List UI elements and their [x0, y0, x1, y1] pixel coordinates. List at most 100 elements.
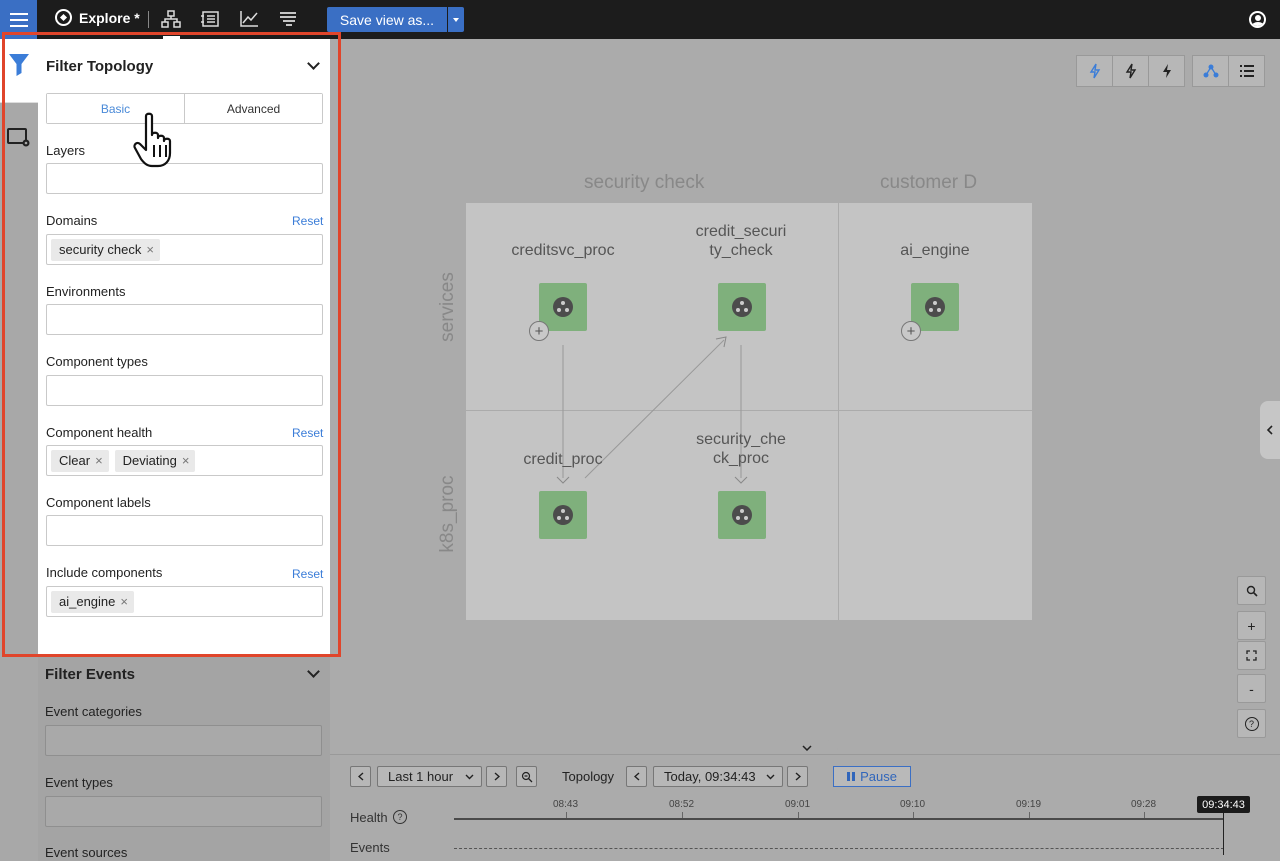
view-settings-icon[interactable]: [7, 127, 31, 149]
chevron-right-icon: [795, 772, 801, 781]
help-icon[interactable]: ?: [393, 810, 407, 824]
events-track[interactable]: [454, 848, 1224, 849]
component-health-reset-link[interactable]: Reset: [292, 426, 323, 440]
event-categories-label: Event categories: [45, 704, 142, 719]
menu-button[interactable]: [0, 0, 37, 39]
layers-label: Layers: [46, 143, 86, 158]
chevron-left-icon: [357, 772, 363, 781]
environments-field[interactable]: [46, 304, 323, 335]
remove-chip-icon[interactable]: ×: [146, 242, 154, 257]
list-view-icon[interactable]: [1228, 55, 1265, 87]
help-button[interactable]: ?: [1237, 709, 1266, 738]
tick-label: 09:01: [785, 799, 811, 810]
chevron-left-icon: [1266, 425, 1273, 435]
component-labels-label: Component labels: [46, 495, 151, 510]
process-icon: [732, 297, 752, 317]
node-credit-security-check[interactable]: [718, 283, 766, 331]
topology-time-dropdown[interactable]: Today, 09:34:43: [653, 766, 783, 787]
save-view-button[interactable]: Save view as...: [327, 7, 447, 32]
zoom-out-time-button[interactable]: [516, 766, 537, 787]
details-panel-toggle[interactable]: [1260, 401, 1280, 459]
layers-field[interactable]: [46, 163, 323, 194]
filter-mode-toggle: Basic Advanced: [46, 93, 323, 124]
events-icon[interactable]: [278, 10, 298, 28]
process-icon: [553, 297, 573, 317]
fit-to-screen-button[interactable]: [1237, 641, 1266, 670]
expand-plus-icon[interactable]: +: [901, 321, 921, 341]
components-icon[interactable]: [200, 10, 220, 28]
process-icon: [925, 297, 945, 317]
remove-chip-icon[interactable]: ×: [120, 594, 128, 609]
metrics-icon[interactable]: [239, 10, 259, 28]
node-credit-proc[interactable]: [539, 491, 587, 539]
filter-topology-title: Filter Topology: [46, 58, 154, 75]
search-button[interactable]: [1237, 576, 1266, 605]
toolbar-divider: [148, 11, 149, 28]
current-time-marker[interactable]: [1223, 810, 1224, 855]
domains-field[interactable]: security check ×: [46, 234, 323, 265]
remove-chip-icon[interactable]: ×: [182, 453, 190, 468]
grid-divider: [466, 410, 1032, 411]
timeline-collapse-toggle[interactable]: [776, 740, 838, 755]
explore-tab[interactable]: Explore *: [55, 9, 140, 26]
zoom-out-icon: [521, 771, 532, 782]
filter-events-title: Filter Events: [45, 666, 136, 683]
tab-advanced[interactable]: Advanced: [185, 94, 322, 123]
next-range-button[interactable]: [486, 766, 507, 787]
node-label-credit-proc: credit_proc: [523, 451, 603, 468]
filter-icon[interactable]: [9, 54, 29, 76]
prev-time-button[interactable]: [626, 766, 647, 787]
expand-plus-icon[interactable]: +: [529, 321, 549, 341]
node-label-credit-security-check: credit_securi ty_check: [695, 223, 787, 259]
health-chip-clear: Clear ×: [51, 449, 109, 472]
topology-time-value: Today, 09:34:43: [664, 769, 756, 784]
events-label: Events: [350, 840, 390, 855]
zoom-out-button[interactable]: -: [1237, 674, 1266, 703]
tick-label: 09:19: [1016, 799, 1042, 810]
chevron-down-icon: [802, 744, 812, 751]
pause-button[interactable]: Pause: [833, 766, 911, 787]
top-bar: [0, 0, 1280, 39]
remove-chip-icon[interactable]: ×: [95, 453, 103, 468]
pause-icon: [847, 772, 856, 781]
current-time-badge: 09:34:43: [1197, 796, 1250, 813]
component-health-field[interactable]: Clear × Deviating ×: [46, 445, 323, 476]
lightning-filled-icon[interactable]: [1148, 55, 1185, 87]
app-title: Explore *: [79, 9, 140, 26]
component-labels-field[interactable]: [46, 515, 323, 546]
fit-screen-icon: [1246, 650, 1257, 661]
process-icon: [732, 505, 752, 525]
chip-label: Deviating: [122, 453, 177, 468]
user-icon[interactable]: [1249, 11, 1266, 28]
row-title-services: services: [437, 272, 458, 342]
include-components-field[interactable]: ai_engine ×: [46, 586, 323, 617]
help-icon: ?: [1244, 716, 1259, 731]
topology-icon[interactable]: [161, 10, 181, 28]
component-chip: ai_engine ×: [51, 590, 134, 613]
lightning-outline-icon[interactable]: [1076, 55, 1113, 87]
component-types-field[interactable]: [46, 375, 323, 406]
health-track[interactable]: [454, 818, 1224, 820]
event-categories-field[interactable]: [45, 725, 322, 756]
chip-label: ai_engine: [59, 594, 116, 609]
chevron-down-icon: [766, 774, 775, 779]
compass-icon: [55, 9, 72, 26]
save-view-dropdown[interactable]: [448, 7, 464, 32]
include-components-label: Include components: [46, 565, 163, 580]
topology-view-icon[interactable]: [1192, 55, 1229, 87]
domains-reset-link[interactable]: Reset: [292, 214, 323, 228]
component-types-label: Component types: [46, 354, 148, 369]
time-range-value: Last 1 hour: [388, 769, 454, 784]
domain-chip: security check ×: [51, 238, 160, 261]
node-security-check-proc[interactable]: [718, 491, 766, 539]
health-label: Health: [350, 810, 388, 825]
next-time-button[interactable]: [787, 766, 808, 787]
zoom-in-button[interactable]: +: [1237, 611, 1266, 640]
left-rail: [0, 39, 38, 861]
lightning-half-icon[interactable]: [1112, 55, 1149, 87]
include-components-reset-link[interactable]: Reset: [292, 567, 323, 581]
time-range-dropdown[interactable]: Last 1 hour: [377, 766, 482, 787]
prev-range-button[interactable]: [350, 766, 371, 787]
node-label-ai-engine: ai_engine: [900, 242, 970, 259]
event-types-field[interactable]: [45, 796, 322, 827]
